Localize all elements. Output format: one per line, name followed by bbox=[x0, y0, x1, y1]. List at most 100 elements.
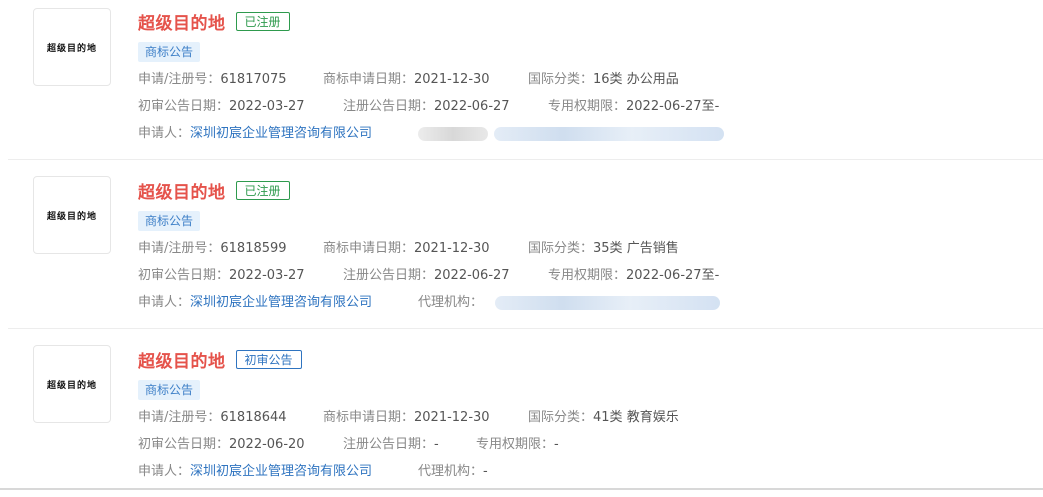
reg-no-label: 申请/注册号： bbox=[138, 241, 221, 256]
applicant-label: 申请人： bbox=[138, 295, 191, 310]
exclusive-field: 专用权期限：- bbox=[476, 431, 559, 458]
applicant-link[interactable]: 深圳初宸企业管理咨询有限公司 bbox=[190, 464, 372, 479]
class-label: 国际分类： bbox=[528, 241, 594, 256]
reg-no-value: 61817075 bbox=[220, 72, 287, 87]
class-field: 国际分类：16类 办公用品 bbox=[528, 66, 679, 93]
exclusive-field: 专用权期限：2022-06-27至- bbox=[548, 93, 719, 120]
agency-label: 代理机构： bbox=[418, 464, 484, 479]
prelim-date-label: 初审公告日期： bbox=[138, 268, 230, 283]
reg-no-value: 61818644 bbox=[220, 410, 287, 425]
applicant-link[interactable]: 深圳初宸企业管理咨询有限公司 bbox=[190, 295, 372, 310]
reg-pub-date-field: 注册公告日期：- bbox=[343, 431, 476, 458]
trademark-logo[interactable]: 超级目的地 bbox=[33, 8, 111, 86]
applicant-field: 申请人：深圳初宸企业管理咨询有限公司 bbox=[138, 120, 418, 147]
blurred-agency-label bbox=[418, 127, 488, 141]
announcement-tag[interactable]: 商标公告 bbox=[138, 42, 201, 62]
prelim-date-field: 初审公告日期：2022-03-27 bbox=[138, 93, 343, 120]
prelim-date-value: 2022-03-27 bbox=[229, 268, 305, 283]
trademark-card[interactable]: 超级目的地 超级目的地 已注册 商标公告 申请/注册号：61818599 商标申… bbox=[8, 160, 1043, 329]
prelim-date-field: 初审公告日期：2022-06-20 bbox=[138, 431, 343, 458]
title-row: 超级目的地 初审公告 bbox=[138, 346, 1043, 372]
info-row-2: 初审公告日期：2022-03-27 注册公告日期：2022-06-27 专用权期… bbox=[138, 93, 1043, 120]
info-row-2: 初审公告日期：2022-03-27 注册公告日期：2022-06-27 专用权期… bbox=[138, 262, 1043, 289]
info-row-3: 申请人：深圳初宸企业管理咨询有限公司 代理机构： bbox=[138, 289, 1043, 316]
apply-date-value: 2021-12-30 bbox=[414, 241, 490, 256]
apply-date-field: 商标申请日期：2021-12-30 bbox=[323, 404, 528, 431]
agency-field: 代理机构：- bbox=[418, 458, 488, 485]
reg-no-field: 申请/注册号：61817075 bbox=[138, 66, 323, 93]
trademark-info: 超级目的地 已注册 商标公告 申请/注册号：61817075 商标申请日期：20… bbox=[138, 8, 1043, 147]
prelim-date-value: 2022-03-27 bbox=[229, 99, 305, 114]
applicant-label: 申请人： bbox=[138, 464, 191, 479]
reg-pub-date-value: - bbox=[434, 437, 439, 452]
exclusive-value: 2022-06-27至- bbox=[626, 99, 720, 114]
trademark-info: 超级目的地 已注册 商标公告 申请/注册号：61818599 商标申请日期：20… bbox=[138, 177, 1043, 316]
reg-no-value: 61818599 bbox=[220, 241, 287, 256]
exclusive-label: 专用权期限： bbox=[476, 437, 555, 452]
reg-pub-date-field: 注册公告日期：2022-06-27 bbox=[343, 93, 548, 120]
applicant-field: 申请人：深圳初宸企业管理咨询有限公司 bbox=[138, 289, 418, 316]
reg-no-field: 申请/注册号：61818599 bbox=[138, 235, 323, 262]
info-row-1: 申请/注册号：61818599 商标申请日期：2021-12-30 国际分类：3… bbox=[138, 235, 1043, 262]
reg-pub-date-value: 2022-06-27 bbox=[434, 99, 510, 114]
blurred-agency-value bbox=[495, 296, 720, 310]
prelim-date-label: 初审公告日期： bbox=[138, 99, 230, 114]
announcement-tag[interactable]: 商标公告 bbox=[138, 380, 201, 400]
exclusive-field: 专用权期限：2022-06-27至- bbox=[548, 262, 719, 289]
applicant-field: 申请人：深圳初宸企业管理咨询有限公司 bbox=[138, 458, 418, 485]
reg-pub-date-label: 注册公告日期： bbox=[343, 437, 435, 452]
trademark-name[interactable]: 超级目的地 bbox=[138, 178, 226, 203]
applicant-label: 申请人： bbox=[138, 126, 191, 141]
class-value: 16类 办公用品 bbox=[593, 72, 679, 87]
prelim-date-field: 初审公告日期：2022-03-27 bbox=[138, 262, 343, 289]
apply-date-label: 商标申请日期： bbox=[323, 241, 415, 256]
trademark-card[interactable]: 超级目的地 超级目的地 已注册 商标公告 申请/注册号：61817075 商标申… bbox=[8, 0, 1043, 160]
exclusive-value: - bbox=[554, 437, 559, 452]
class-field: 国际分类：41类 教育娱乐 bbox=[528, 404, 679, 431]
trademark-name[interactable]: 超级目的地 bbox=[138, 9, 226, 34]
reg-no-label: 申请/注册号： bbox=[138, 410, 221, 425]
trademark-list: 超级目的地 超级目的地 已注册 商标公告 申请/注册号：61817075 商标申… bbox=[8, 0, 1043, 497]
prelim-date-value: 2022-06-20 bbox=[229, 437, 305, 452]
status-badge: 初审公告 bbox=[235, 349, 302, 369]
title-row: 超级目的地 已注册 bbox=[138, 8, 1043, 34]
trademark-logo[interactable]: 超级目的地 bbox=[33, 176, 111, 254]
applicant-link[interactable]: 深圳初宸企业管理咨询有限公司 bbox=[190, 126, 372, 141]
title-row: 超级目的地 已注册 bbox=[138, 177, 1043, 203]
class-value: 41类 教育娱乐 bbox=[593, 410, 679, 425]
apply-date-label: 商标申请日期： bbox=[323, 72, 415, 87]
apply-date-value: 2021-12-30 bbox=[414, 410, 490, 425]
blurred-agency-value bbox=[494, 127, 724, 141]
info-row-3: 申请人：深圳初宸企业管理咨询有限公司 bbox=[138, 120, 1043, 147]
announcement-tag[interactable]: 商标公告 bbox=[138, 211, 201, 231]
class-value: 35类 广告销售 bbox=[593, 241, 679, 256]
reg-pub-date-field: 注册公告日期：2022-06-27 bbox=[343, 262, 548, 289]
status-badge: 已注册 bbox=[235, 11, 290, 31]
class-label: 国际分类： bbox=[528, 72, 594, 87]
agency-label: 代理机构： bbox=[418, 295, 484, 310]
trademark-name[interactable]: 超级目的地 bbox=[138, 347, 226, 372]
reg-pub-date-label: 注册公告日期： bbox=[343, 99, 435, 114]
trademark-info: 超级目的地 初审公告 商标公告 申请/注册号：61818644 商标申请日期：2… bbox=[138, 346, 1043, 485]
info-row-2: 初审公告日期：2022-06-20 注册公告日期：- 专用权期限：- bbox=[138, 431, 1043, 458]
reg-pub-date-value: 2022-06-27 bbox=[434, 268, 510, 283]
reg-no-label: 申请/注册号： bbox=[138, 72, 221, 87]
exclusive-label: 专用权期限： bbox=[548, 268, 627, 283]
info-row-1: 申请/注册号：61818644 商标申请日期：2021-12-30 国际分类：4… bbox=[138, 404, 1043, 431]
prelim-date-label: 初审公告日期： bbox=[138, 437, 230, 452]
agency-value: - bbox=[483, 464, 488, 479]
trademark-card[interactable]: 超级目的地 超级目的地 初审公告 商标公告 申请/注册号：61818644 商标… bbox=[8, 329, 1043, 497]
info-row-1: 申请/注册号：61817075 商标申请日期：2021-12-30 国际分类：1… bbox=[138, 66, 1043, 93]
apply-date-value: 2021-12-30 bbox=[414, 72, 490, 87]
apply-date-field: 商标申请日期：2021-12-30 bbox=[323, 66, 528, 93]
info-row-3: 申请人：深圳初宸企业管理咨询有限公司 代理机构：- bbox=[138, 458, 1043, 485]
class-label: 国际分类： bbox=[528, 410, 594, 425]
exclusive-label: 专用权期限： bbox=[548, 99, 627, 114]
exclusive-value: 2022-06-27至- bbox=[626, 268, 720, 283]
apply-date-label: 商标申请日期： bbox=[323, 410, 415, 425]
reg-no-field: 申请/注册号：61818644 bbox=[138, 404, 323, 431]
apply-date-field: 商标申请日期：2021-12-30 bbox=[323, 235, 528, 262]
trademark-logo[interactable]: 超级目的地 bbox=[33, 345, 111, 423]
status-badge: 已注册 bbox=[235, 180, 290, 200]
class-field: 国际分类：35类 广告销售 bbox=[528, 235, 679, 262]
